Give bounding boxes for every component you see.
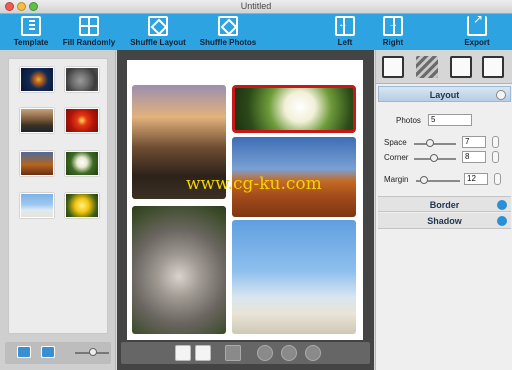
thumbnail-desert[interactable] bbox=[20, 151, 54, 176]
template-button[interactable]: Template bbox=[12, 14, 50, 50]
collapse-layout-icon[interactable] bbox=[496, 90, 506, 100]
right-label: Right bbox=[382, 38, 404, 47]
horizontal-split-icon[interactable] bbox=[175, 345, 191, 361]
template-icon bbox=[21, 16, 41, 36]
right-button[interactable]: Right bbox=[380, 14, 406, 50]
layout-section-title: Layout bbox=[429, 90, 460, 100]
template-label: Template bbox=[13, 38, 49, 47]
expand-shadow-icon[interactable] bbox=[497, 216, 507, 226]
tab-text-icon[interactable] bbox=[450, 56, 472, 78]
photo-hydrangeas-selected[interactable] bbox=[232, 85, 356, 133]
shuffle-layout-label: Shuffle Layout bbox=[130, 38, 186, 47]
space-field[interactable]: 7 bbox=[462, 136, 486, 148]
watermark-text: www.cg-ku.com bbox=[186, 174, 322, 194]
photo-penguins[interactable] bbox=[232, 220, 356, 334]
add-photo-icon[interactable] bbox=[17, 346, 31, 358]
shuffle-layout-button[interactable]: Shuffle Layout bbox=[130, 14, 186, 50]
photo-koala[interactable] bbox=[132, 206, 226, 334]
thumbnail-panel bbox=[0, 50, 116, 370]
rotate-left-icon[interactable] bbox=[257, 345, 273, 361]
thumbnail-penguins[interactable] bbox=[20, 193, 54, 218]
flip-icon[interactable] bbox=[281, 345, 297, 361]
corner-slider-knob[interactable] bbox=[430, 154, 438, 162]
align-left-icon bbox=[335, 16, 355, 36]
tab-background-icon[interactable] bbox=[416, 56, 438, 78]
margin-slider-knob[interactable] bbox=[420, 176, 428, 184]
shuffle-photos-icon bbox=[218, 16, 238, 36]
margin-stepper[interactable] bbox=[494, 173, 501, 185]
left-label: Left bbox=[337, 38, 353, 47]
shadow-section-header[interactable]: Shadow bbox=[378, 213, 511, 229]
trash-icon[interactable] bbox=[225, 345, 241, 361]
thumbnail-size-knob[interactable] bbox=[89, 348, 97, 356]
space-slider-knob[interactable] bbox=[426, 139, 434, 147]
shuffle-photos-label: Shuffle Photos bbox=[199, 38, 257, 47]
fill-randomly-label: Fill Randomly bbox=[62, 38, 116, 47]
expand-border-icon[interactable] bbox=[497, 200, 507, 210]
thumbnail-hydrangeas[interactable] bbox=[65, 151, 99, 176]
collage-canvas bbox=[127, 60, 363, 340]
thumbnail-koala[interactable] bbox=[65, 67, 99, 92]
thumbnail-flower[interactable] bbox=[65, 108, 99, 133]
border-section-title: Border bbox=[429, 200, 460, 210]
export-button[interactable]: Export bbox=[462, 12, 492, 50]
border-section-header[interactable]: Border bbox=[378, 196, 511, 212]
fill-randomly-button[interactable]: Fill Randomly bbox=[62, 14, 116, 50]
margin-field[interactable]: 12 bbox=[464, 173, 488, 185]
collage-workspace: www.cg-ku.com bbox=[117, 50, 374, 370]
align-right-icon bbox=[383, 16, 403, 36]
fill-randomly-icon bbox=[79, 16, 99, 36]
tab-clipart-icon[interactable] bbox=[482, 56, 504, 78]
vertical-split-icon[interactable] bbox=[195, 345, 211, 361]
left-button[interactable]: Left bbox=[333, 14, 357, 50]
rotate-right-icon[interactable] bbox=[305, 345, 321, 361]
toolbar: Template Fill Randomly Shuffle Layout Sh… bbox=[0, 12, 512, 50]
thumbnail-footer bbox=[5, 342, 111, 364]
remove-photo-icon[interactable] bbox=[41, 346, 55, 358]
thumbnail-lighthouse[interactable] bbox=[20, 108, 54, 133]
margin-label: Margin bbox=[384, 175, 409, 184]
shuffle-photos-button[interactable]: Shuffle Photos bbox=[200, 14, 256, 50]
corner-label: Corner bbox=[384, 153, 409, 162]
properties-tabs bbox=[376, 50, 512, 84]
corner-stepper[interactable] bbox=[492, 151, 499, 163]
photos-label: Photos bbox=[396, 116, 421, 125]
export-icon bbox=[467, 12, 487, 36]
canvas-toolbar bbox=[121, 342, 370, 364]
corner-field[interactable]: 8 bbox=[462, 151, 486, 163]
space-stepper[interactable] bbox=[492, 136, 499, 148]
space-label: Space bbox=[384, 138, 407, 147]
tab-layout-icon[interactable] bbox=[382, 56, 404, 78]
shadow-section-title: Shadow bbox=[427, 216, 462, 226]
layout-section-header[interactable]: Layout bbox=[378, 86, 511, 102]
window-title: Untitled bbox=[240, 1, 272, 11]
thumbnail-jellyfish[interactable] bbox=[20, 67, 54, 92]
thumbnail-tulips[interactable] bbox=[65, 193, 99, 218]
photos-count-field[interactable]: 5 bbox=[428, 114, 472, 126]
title-bar: Untitled bbox=[0, 0, 512, 14]
properties-panel: Layout Photos 5 Space 7 Corner 8 Margin … bbox=[375, 50, 512, 370]
shuffle-layout-icon bbox=[148, 16, 168, 36]
space-slider[interactable] bbox=[414, 143, 456, 145]
export-label: Export bbox=[464, 38, 490, 47]
thumbnail-list bbox=[8, 58, 108, 334]
